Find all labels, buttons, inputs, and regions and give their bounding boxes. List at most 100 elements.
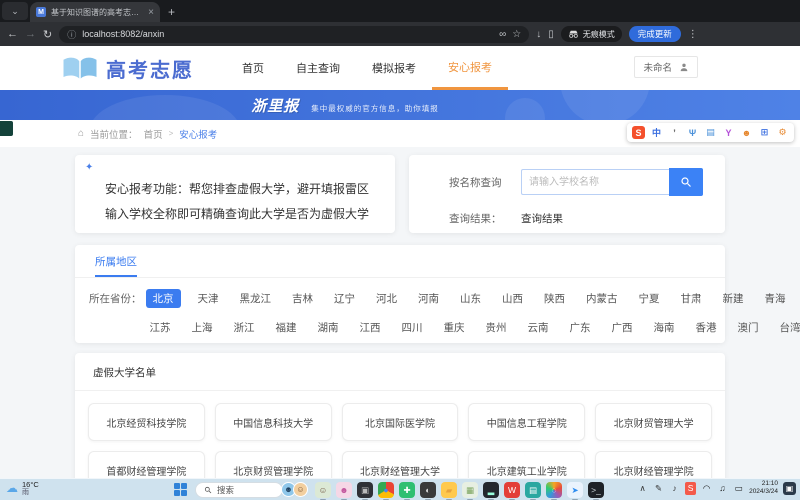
tray-speaker-icon[interactable]: ♪: [669, 482, 680, 495]
province-chip[interactable]: 陕西: [540, 289, 569, 308]
start-button[interactable]: [174, 483, 188, 497]
bookmark-star-icon[interactable]: ☆: [512, 29, 521, 40]
university-card[interactable]: 北京财贸管理大学: [595, 403, 712, 441]
mic-icon[interactable]: Ψ: [686, 126, 699, 139]
university-card[interactable]: 北京国际医学院: [342, 403, 459, 441]
university-card[interactable]: 中国信息科技大学: [215, 403, 332, 441]
skin-icon[interactable]: ⊞: [758, 126, 771, 139]
voice-avatar-icon[interactable]: ☺: [315, 482, 331, 498]
province-chip[interactable]: 江西: [356, 318, 385, 337]
tab-region[interactable]: 所属地区: [95, 254, 137, 277]
nav-anxin-apply[interactable]: 安心报考: [432, 46, 508, 90]
province-chip[interactable]: 湖南: [314, 318, 343, 337]
new-tab-button[interactable]: +: [168, 5, 175, 19]
site-logo[interactable]: 高考志愿: [62, 54, 194, 83]
province-chip[interactable]: 内蒙古: [582, 289, 622, 308]
dict-app-icon[interactable]: ▤: [525, 482, 541, 498]
province-chip[interactable]: 黑龙江: [236, 289, 276, 308]
sogou-logo-icon[interactable]: S: [632, 126, 645, 139]
province-chip[interactable]: 四川: [398, 318, 427, 337]
battery-icon[interactable]: ▭: [733, 482, 744, 495]
province-chip[interactable]: 福建: [272, 318, 301, 337]
university-card[interactable]: 北京财经管理学院: [595, 451, 712, 478]
nav-self-query[interactable]: 自主查询: [280, 46, 356, 90]
province-chip[interactable]: 河北: [372, 289, 401, 308]
forward-icon[interactable]: →: [25, 28, 36, 40]
emoji-icon[interactable]: ☻: [740, 126, 753, 139]
soft-keyboard-icon[interactable]: ▤: [704, 126, 717, 139]
province-chip[interactable]: 宁夏: [635, 289, 664, 308]
tray-pen-icon[interactable]: ✎: [653, 482, 664, 495]
breadcrumb-home-link[interactable]: 首页: [144, 127, 163, 141]
province-chip[interactable]: 辽宁: [330, 289, 359, 308]
university-card[interactable]: 北京建筑工业学院: [468, 451, 585, 478]
breadcrumb-current[interactable]: 安心报考: [179, 127, 217, 141]
province-chip[interactable]: 台湾: [776, 318, 800, 337]
province-chip[interactable]: 澳门: [734, 318, 763, 337]
green-app-icon[interactable]: ✚: [399, 482, 415, 498]
file-explorer-icon[interactable]: ▰: [441, 482, 457, 498]
province-chip[interactable]: 贵州: [482, 318, 511, 337]
contacts-app-icon[interactable]: ☻: [336, 482, 352, 498]
wps-icon[interactable]: W: [504, 482, 520, 498]
chrome-icon[interactable]: ●: [378, 482, 394, 498]
university-card[interactable]: 北京财经管理大学: [342, 451, 459, 478]
province-chip[interactable]: 广西: [608, 318, 637, 337]
province-chip[interactable]: 青海: [761, 289, 790, 308]
browser-menu-icon[interactable]: ⋮: [688, 29, 698, 40]
gallery-app-icon[interactable]: ▦: [462, 482, 478, 498]
volume-icon[interactable]: ♫: [717, 482, 728, 495]
province-chip[interactable]: 海南: [650, 318, 679, 337]
nav-mock-apply[interactable]: 模拟报考: [356, 46, 432, 90]
reload-icon[interactable]: ↻: [43, 28, 52, 41]
address-bar[interactable]: ⓘ localhost:8082/anxin ∞ ☆: [59, 26, 529, 43]
province-chip[interactable]: 云南: [524, 318, 553, 337]
user-avatar-icon[interactable]: ☺: [293, 482, 308, 497]
province-chip[interactable]: 广东: [566, 318, 595, 337]
finish-update-button[interactable]: 完成更新: [629, 26, 681, 42]
send-app-icon[interactable]: ➤: [567, 482, 583, 498]
sogou-tray-icon[interactable]: S: [685, 482, 696, 495]
taskbar-search[interactable]: 搜索: [195, 482, 283, 498]
tab-search-chevron-icon[interactable]: ⌄: [2, 2, 28, 20]
province-chip[interactable]: 上海: [188, 318, 217, 337]
capture-widget[interactable]: [0, 121, 13, 136]
user-box[interactable]: 未命名: [634, 56, 698, 78]
download-icon[interactable]: ↓: [536, 29, 541, 40]
wifi-icon[interactable]: ◠: [701, 482, 712, 495]
color-ring-app-icon[interactable]: ◌: [546, 482, 562, 498]
taskbar-clock[interactable]: 21:10 2024/3/24: [749, 481, 778, 495]
province-chip[interactable]: 河南: [414, 289, 443, 308]
nav-home[interactable]: 首页: [226, 46, 280, 90]
province-chip[interactable]: 重庆: [440, 318, 469, 337]
province-chip[interactable]: 吉林: [288, 289, 317, 308]
province-chip[interactable]: 天津: [194, 289, 223, 308]
province-chip[interactable]: 香港: [692, 318, 721, 337]
province-chip[interactable]: 江苏: [146, 318, 175, 337]
dark-disc-app-icon[interactable]: ◐: [420, 482, 436, 498]
site-info-icon[interactable]: ⓘ: [67, 28, 76, 41]
back-icon[interactable]: ←: [7, 28, 18, 40]
settings-gear-icon[interactable]: ⚙: [776, 126, 789, 139]
notification-icon[interactable]: ▣: [783, 482, 796, 495]
tab-close-icon[interactable]: ×: [148, 7, 154, 18]
toolbox-icon[interactable]: Y: [722, 126, 735, 139]
university-card[interactable]: 首都财经管理学院: [88, 451, 205, 478]
tray-chevron-up-icon[interactable]: ∧: [637, 482, 648, 495]
province-chip[interactable]: 新建: [719, 289, 748, 308]
province-chip[interactable]: 山西: [498, 289, 527, 308]
province-chip[interactable]: 北京: [146, 289, 181, 308]
promo-banner[interactable]: 浙里报 集中最权威的官方信息，助你填报: [0, 90, 800, 120]
snip-tool-icon[interactable]: ▣: [357, 482, 373, 498]
terminal-icon[interactable]: >_: [588, 482, 604, 498]
browser-tab[interactable]: M 基于知识图谱的高考志愿智能管理 ×: [30, 2, 160, 22]
punctuation-icon[interactable]: ’: [668, 126, 681, 139]
cmd-window-icon[interactable]: ▂: [483, 482, 499, 498]
province-chip[interactable]: 浙江: [230, 318, 259, 337]
province-chip[interactable]: 山东: [456, 289, 485, 308]
search-button[interactable]: [669, 168, 703, 196]
province-chip[interactable]: 甘肃: [677, 289, 706, 308]
university-card[interactable]: 中国信息工程学院: [468, 403, 585, 441]
reading-list-icon[interactable]: ▯: [548, 29, 554, 40]
school-name-input[interactable]: [521, 169, 669, 195]
